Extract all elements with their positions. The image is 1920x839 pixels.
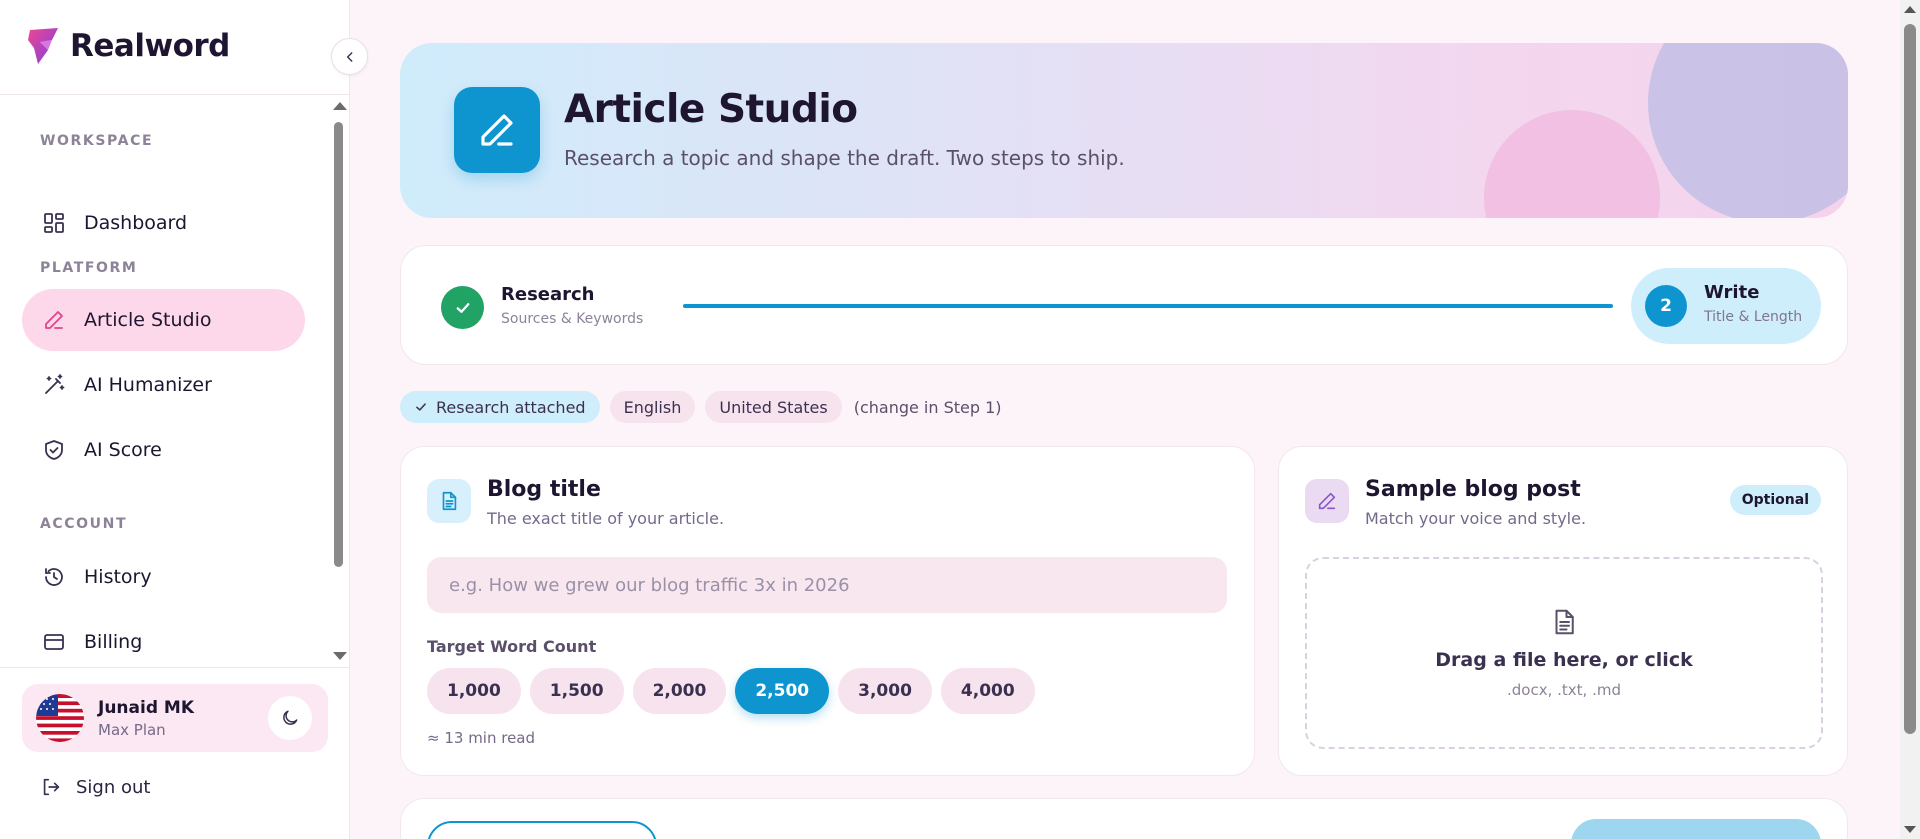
sidebar-item-billing[interactable]: Billing <box>22 611 305 665</box>
optional-badge: Optional <box>1729 485 1821 515</box>
brand[interactable]: Realword <box>26 26 230 66</box>
blog-title-heading: Blog title <box>487 477 601 502</box>
word-count-label: Target Word Count <box>427 637 597 656</box>
word-count-option-selected[interactable]: 2,500 <box>735 668 830 714</box>
sidebar-item-article-studio[interactable]: Article Studio <box>22 289 305 351</box>
section-label-workspace: WORKSPACE <box>40 133 154 149</box>
file-dropzone[interactable]: Drag a file here, or click .docx, .txt, … <box>1305 557 1823 749</box>
history-icon <box>45 568 63 586</box>
section-label-platform: PLATFORM <box>40 260 138 276</box>
hero-banner: Article Studio Research a topic and shap… <box>400 43 1848 218</box>
dropzone-text: Drag a file here, or click <box>1435 649 1693 671</box>
collapse-sidebar-button[interactable] <box>331 38 368 75</box>
research-attached-chip: Research attached <box>400 391 600 423</box>
step-research-complete[interactable] <box>441 286 484 329</box>
word-count-option[interactable]: 3,000 <box>838 668 932 714</box>
user-name: Junaid MK <box>98 697 195 718</box>
article-studio-icon-tile <box>454 87 540 173</box>
decorative-circle <box>1484 110 1660 218</box>
realword-logo-icon <box>28 28 58 64</box>
country-chip: United States <box>705 391 842 423</box>
page-scroll-up-arrow[interactable] <box>1904 6 1916 13</box>
magic-wand-icon <box>45 374 65 394</box>
section-label-account: ACCOUNT <box>40 516 128 532</box>
shield-check-icon <box>45 440 63 460</box>
context-chips: Research attached English United States … <box>400 391 1002 423</box>
change-note: (change in Step 1) <box>853 397 1002 417</box>
pen-icon <box>481 114 513 146</box>
sidebar-item-label: Billing <box>84 631 143 653</box>
sidebar-item-dashboard[interactable]: Dashboard <box>22 192 305 254</box>
step-write-active[interactable]: 2 Write Title & Length <box>1631 268 1821 344</box>
sign-out-icon <box>43 778 60 796</box>
page-scrollbar-thumb[interactable] <box>1904 24 1916 734</box>
word-count-option[interactable]: 4,000 <box>940 668 1035 714</box>
user-card[interactable]: Junaid MK Max Plan <box>22 684 328 752</box>
step-number: 2 <box>1645 285 1687 327</box>
blog-title-input[interactable] <box>427 557 1227 613</box>
document-icon-tile <box>427 479 471 523</box>
check-icon <box>456 302 469 313</box>
page-title: Article Studio <box>564 87 858 132</box>
brand-name: Realword <box>70 28 230 64</box>
sidebar-item-label: AI Score <box>84 439 162 461</box>
theme-toggle-button[interactable] <box>268 696 312 740</box>
step-connector <box>683 304 1613 308</box>
sign-out-button[interactable]: Sign out <box>40 776 150 798</box>
main-content: Article Studio Research a topic and shap… <box>350 0 1900 839</box>
avatar-us-flag-icon <box>36 694 84 742</box>
step-research-title[interactable]: Research <box>501 284 595 305</box>
action-bar <box>400 798 1848 839</box>
pen-icon <box>1318 492 1336 510</box>
word-count-option[interactable]: 2,000 <box>632 668 727 714</box>
check-icon <box>416 403 426 411</box>
dashboard-icon <box>44 213 64 233</box>
step-write-subtitle: Title & Length <box>1704 309 1803 325</box>
page-scrollbar[interactable] <box>1900 0 1920 839</box>
chevron-left-icon <box>346 51 352 62</box>
credit-card-icon <box>44 634 64 650</box>
word-count-option[interactable]: 1,500 <box>529 668 624 714</box>
dropzone-file-types: .docx, .txt, .md <box>1507 681 1621 699</box>
read-time-estimate: ≈ 13 min read <box>427 729 536 747</box>
pen-icon-tile <box>1305 479 1349 523</box>
step-research-subtitle: Sources & Keywords <box>501 311 644 327</box>
word-count-options: 1,000 1,500 2,000 2,500 3,000 4,000 <box>427 668 1035 714</box>
nav-scroll-up-arrow[interactable] <box>333 102 347 110</box>
decorative-circle <box>1648 43 1848 218</box>
sidebar-item-label: History <box>84 566 152 588</box>
pen-icon <box>45 311 63 329</box>
sidebar-item-label: Article Studio <box>84 309 212 331</box>
nav-scroll-down-arrow[interactable] <box>333 652 347 660</box>
file-icon <box>1555 609 1574 635</box>
language-chip: English <box>609 391 696 423</box>
sidebar-item-ai-score[interactable]: AI Score <box>22 419 305 481</box>
sample-post-heading: Sample blog post <box>1365 477 1581 502</box>
page-scroll-down-arrow[interactable] <box>1904 826 1916 833</box>
user-plan: Max Plan <box>98 720 166 739</box>
nav-scrollbar-thumb[interactable] <box>334 122 343 567</box>
sample-blog-post-card: Sample blog post Match your voice and st… <box>1278 446 1848 776</box>
sidebar-item-history[interactable]: History <box>22 546 305 608</box>
word-count-option[interactable]: 1,000 <box>427 668 521 714</box>
moon-icon <box>283 710 298 725</box>
divider <box>0 667 350 668</box>
sign-out-label: Sign out <box>76 776 151 798</box>
primary-action-button[interactable] <box>1571 819 1821 839</box>
blog-title-subtitle: The exact title of your article. <box>487 509 725 528</box>
secondary-action-button[interactable] <box>427 821 657 839</box>
document-icon <box>442 491 457 511</box>
user-info: Junaid MK Max Plan <box>98 698 194 739</box>
stepper: Research Sources & Keywords 2 Write Titl… <box>400 245 1848 365</box>
sidebar: Realword WORKSPACE Dashboard PLATFORM Ar… <box>0 0 350 839</box>
sidebar-item-ai-humanizer[interactable]: AI Humanizer <box>22 354 305 416</box>
sample-post-subtitle: Match your voice and style. <box>1365 509 1587 528</box>
sidebar-item-label: AI Humanizer <box>84 374 212 396</box>
sidebar-nav: WORKSPACE Dashboard PLATFORM Article Stu… <box>0 95 330 665</box>
page-subtitle: Research a topic and shape the draft. Tw… <box>564 146 1125 170</box>
sidebar-item-label: Dashboard <box>84 212 188 234</box>
blog-title-card: Blog title The exact title of your artic… <box>400 446 1255 776</box>
step-write-title: Write <box>1704 282 1760 303</box>
chip-label: Research attached <box>436 397 586 417</box>
